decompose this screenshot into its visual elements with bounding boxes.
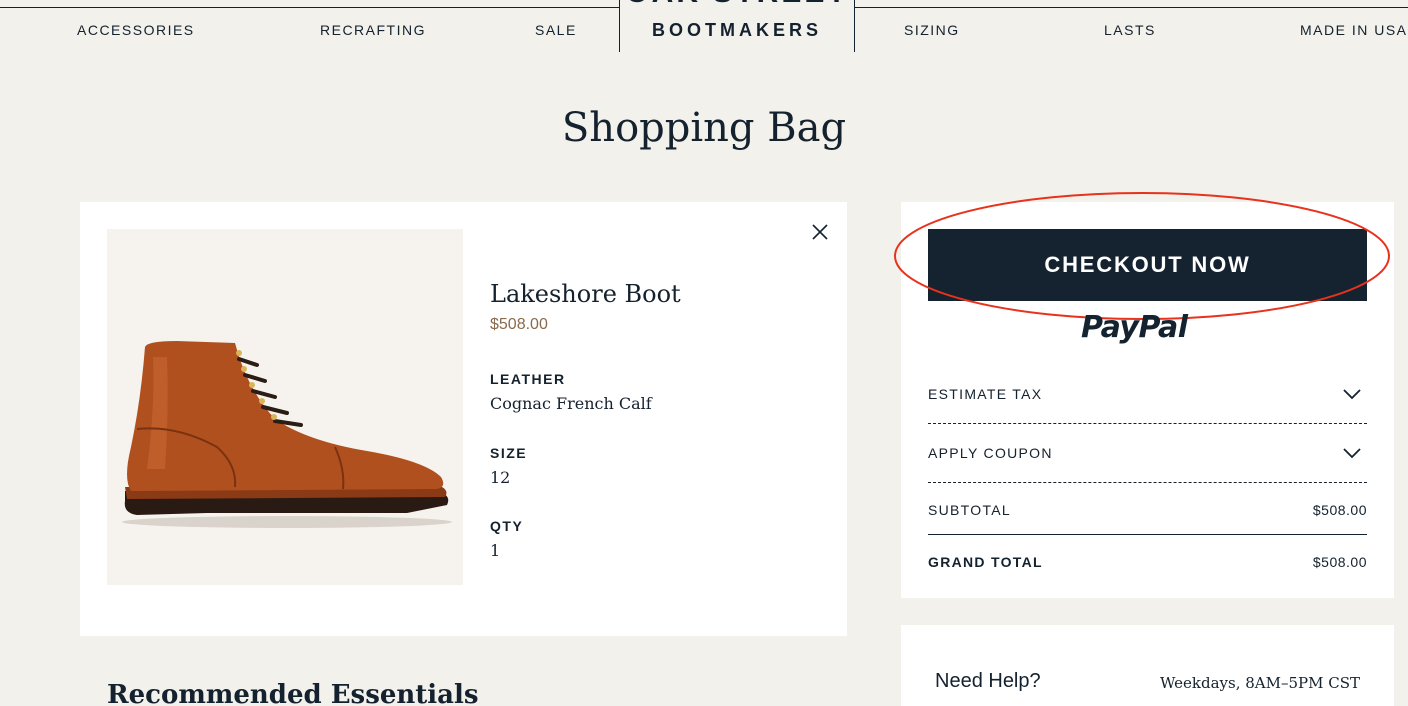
grand-total-row: GRAND TOTAL $508.00 (928, 554, 1367, 578)
remove-item-button[interactable] (808, 220, 832, 244)
help-hours: Weekdays, 8AM–5PM CST (1159, 674, 1360, 692)
order-summary-card: CHECKOUT NOW PayPal ESTIMATE TAX APPLY C… (894, 192, 1394, 598)
product-image[interactable] (107, 229, 463, 585)
subtotal-value: $508.00 (1312, 502, 1367, 518)
nav-sale[interactable]: SALE (535, 22, 577, 38)
header-divider-left (0, 7, 620, 8)
logo-wordmark-top: OAK STREET (620, 0, 854, 10)
checkout-now-button[interactable]: CHECKOUT NOW (928, 229, 1367, 301)
nav-recrafting[interactable]: RECRAFTING (320, 22, 426, 38)
header-divider-right (855, 7, 1408, 8)
recommended-title: Recommended Essentials (107, 680, 479, 706)
cart-item-card: Lakeshore Boot $508.00 LEATHER Cognac Fr… (80, 202, 847, 636)
size-value: 12 (490, 468, 511, 487)
nav-sizing[interactable]: SIZING (904, 22, 960, 38)
close-icon (812, 224, 828, 240)
page-title: Shopping Bag (561, 105, 847, 151)
leather-label: LEATHER (490, 371, 566, 387)
paypal-button[interactable]: PayPal (1081, 310, 1188, 345)
qty-value: 1 (490, 541, 501, 560)
estimate-tax-label: ESTIMATE TAX (928, 386, 1043, 402)
logo-wordmark-bottom: BOOTMAKERS (652, 20, 822, 40)
apply-coupon-label: APPLY COUPON (928, 445, 1053, 461)
help-card: Need Help? Weekdays, 8AM–5PM CST (901, 625, 1394, 706)
grand-total-value: $508.00 (1312, 554, 1367, 570)
qty-label: QTY (490, 518, 524, 534)
product-name[interactable]: Lakeshore Boot (490, 280, 681, 308)
leather-value: Cognac French Calf (490, 394, 652, 413)
apply-coupon-toggle[interactable]: APPLY COUPON (928, 445, 1367, 483)
brand-logo[interactable]: OAK STREET BOOTMAKERS (619, 0, 855, 52)
nav-made-in-usa[interactable]: MADE IN USA (1300, 22, 1408, 38)
chevron-down-icon (1343, 448, 1361, 459)
help-title: Need Help? (935, 670, 1041, 692)
chevron-down-icon (1343, 389, 1361, 400)
estimate-tax-toggle[interactable]: ESTIMATE TAX (928, 386, 1367, 424)
size-label: SIZE (490, 445, 528, 461)
nav-accessories[interactable]: ACCESSORIES (77, 22, 195, 38)
subtotal-row: SUBTOTAL $508.00 (928, 502, 1367, 535)
product-price: $508.00 (490, 316, 548, 333)
grand-total-label: GRAND TOTAL (928, 554, 1043, 570)
subtotal-label: SUBTOTAL (928, 502, 1012, 518)
boot-illustration (122, 341, 452, 528)
nav-lasts[interactable]: LASTS (1104, 22, 1156, 38)
